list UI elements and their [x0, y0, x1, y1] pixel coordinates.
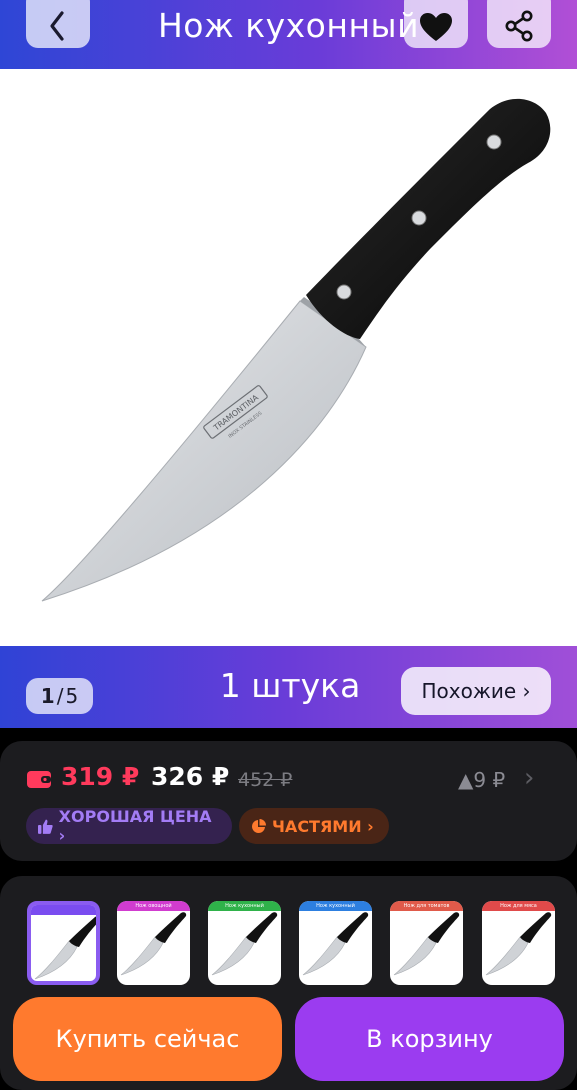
quantity-label: 1 штука [219, 666, 361, 705]
thumbnail-label: Нож для мяса [482, 901, 555, 911]
thumbnail[interactable]: Нож кухонный [208, 901, 281, 985]
share-icon [505, 10, 533, 42]
pie-chart-icon [252, 818, 266, 833]
thumbnail[interactable]: Нож овощной [117, 901, 190, 985]
knife-thumbnail-image [302, 912, 369, 976]
thumbnail-label: Нож кухонный [299, 901, 372, 911]
thumbnail-label: Нож кухонный [208, 901, 281, 911]
old-price: 452 ₽ [238, 769, 293, 791]
image-counter-separator: / [56, 684, 64, 708]
price-card: 319 ₽ 326 ₽ 452 ₽ ▲9 ₽ › ХОРОШАЯ ЦЕНА › … [0, 741, 577, 861]
thumbnail-label [31, 905, 96, 915]
knife-image: TRAMONTINA INOX STAINLESS [41, 98, 551, 602]
top-bar: Нож кухонный [0, 0, 577, 69]
buy-now-button[interactable]: Купить сейчас [13, 997, 282, 1081]
current-price: 326 ₽ [151, 762, 230, 791]
good-price-label: ХОРОШАЯ ЦЕНА › [58, 807, 212, 845]
knife-thumbnail-image [393, 912, 460, 976]
good-price-badge[interactable]: ХОРОШАЯ ЦЕНА › [26, 807, 232, 845]
heart-icon [420, 13, 452, 41]
chevron-right-icon[interactable]: › [524, 763, 534, 793]
thumbs-up-icon [38, 819, 53, 834]
wallet-icon [27, 771, 51, 788]
installments-badge[interactable]: ЧАСТЯМИ › [239, 808, 389, 844]
add-to-cart-button[interactable]: В корзину [295, 997, 564, 1081]
knife-thumbnail-image [211, 912, 278, 976]
knife-thumbnail-image [485, 912, 552, 976]
thumbnail[interactable]: Нож кухонный [299, 901, 372, 985]
similar-button[interactable]: Похожие › [401, 667, 551, 715]
thumbnail[interactable]: Нож для мяса [482, 901, 555, 985]
image-counter-total: 5 [65, 684, 79, 708]
knife-thumbnail-image [34, 916, 96, 980]
image-counter-current: 1 [40, 684, 55, 708]
card-price: 319 ₽ [61, 762, 140, 791]
thumbnail-label: Нож для томатов [390, 901, 463, 911]
installments-label: ЧАСТЯМИ › [272, 816, 374, 836]
price-change[interactable]: ▲9 ₽ [458, 768, 505, 792]
thumbnail-label: Нож овощной [117, 901, 190, 911]
share-button[interactable] [487, 0, 551, 48]
product-photo[interactable]: TRAMONTINA INOX STAINLESS [0, 69, 577, 646]
favorite-button[interactable] [404, 0, 468, 48]
gallery-bar: 1 / 5 1 штука Похожие › [0, 646, 577, 728]
thumbnail[interactable] [27, 901, 100, 985]
thumbnail[interactable]: Нож для томатов [390, 901, 463, 985]
image-counter: 1 / 5 [26, 678, 93, 714]
knife-thumbnail-image [120, 912, 187, 976]
